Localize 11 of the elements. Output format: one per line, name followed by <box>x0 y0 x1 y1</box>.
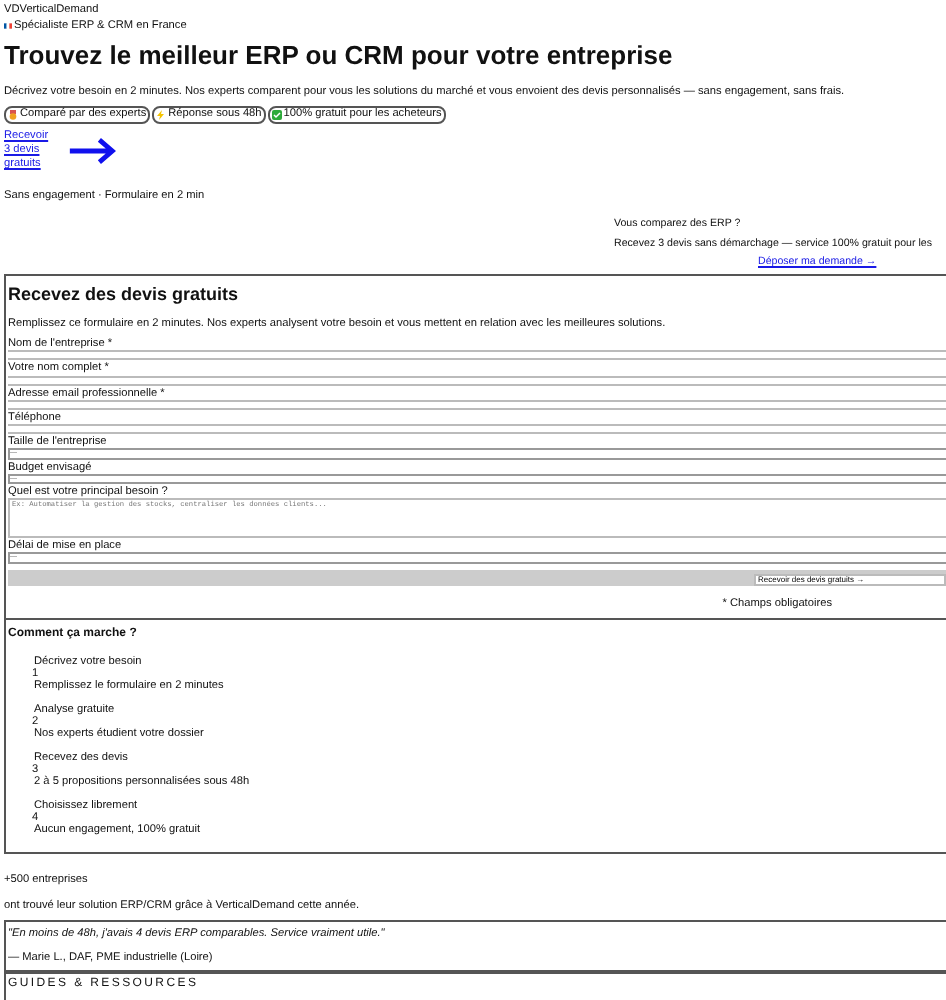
input-field[interactable] <box>8 399 946 410</box>
input-field[interactable] <box>8 375 946 386</box>
arrow-icon <box>68 137 116 164</box>
flag-icon <box>4 22 12 31</box>
input-field[interactable] <box>8 350 946 361</box>
page-title: Trouvez le meilleur ERP ou CRM pour votre entreprise <box>4 42 675 72</box>
form-title: Recevez des devis gratuits <box>8 286 241 307</box>
input-field[interactable] <box>8 423 946 434</box>
medal-icon <box>8 109 18 120</box>
check-icon <box>271 109 282 120</box>
lightning-icon <box>156 109 167 120</box>
